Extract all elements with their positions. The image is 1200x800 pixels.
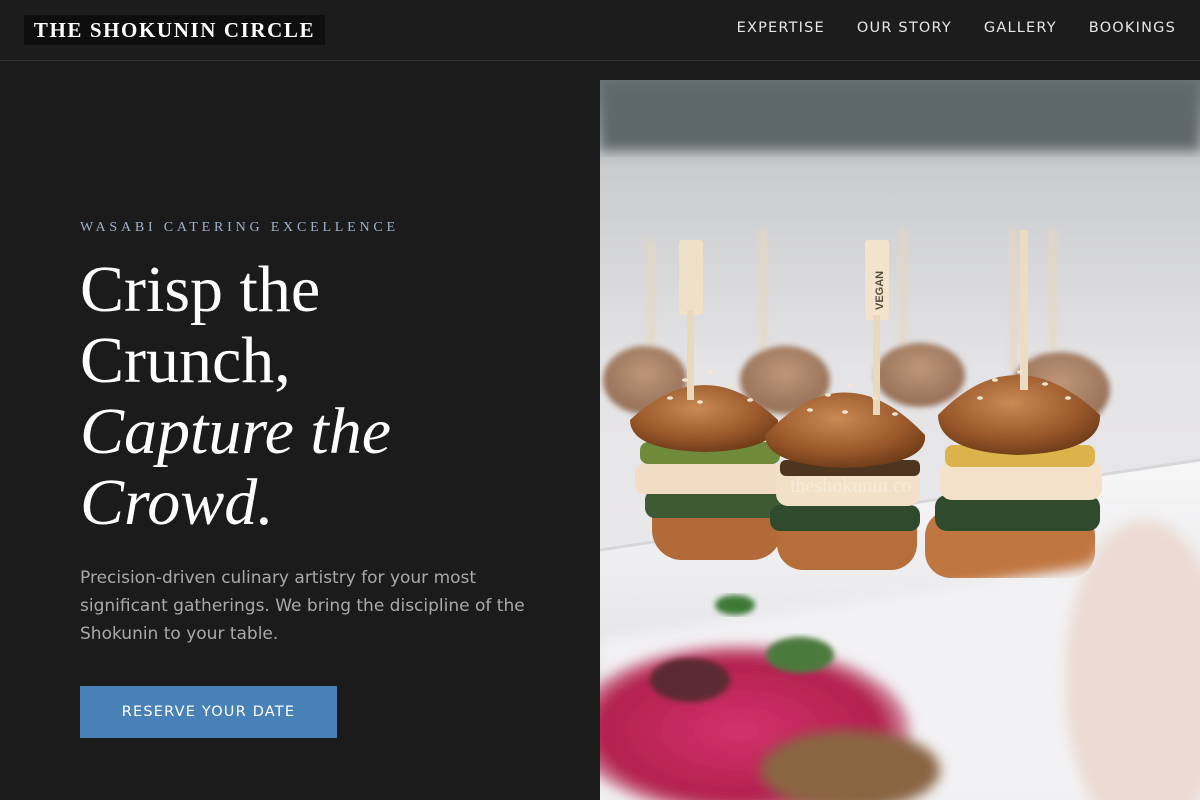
headline-line-2: Crunch, bbox=[80, 324, 291, 397]
main-nav: EXPERTISE OUR STORY GALLERY BOOKINGS bbox=[737, 17, 1176, 39]
nav-link-our-story[interactable]: OUR STORY bbox=[857, 17, 952, 39]
vegan-pick-label: VEGAN bbox=[874, 271, 886, 310]
nav-link-bookings[interactable]: BOOKINGS bbox=[1089, 17, 1176, 39]
top-navigation-bar: THE SHOKUNIN CIRCLE EXPERTISE OUR STORY … bbox=[0, 0, 1200, 61]
hero-description: Precision-driven culinary artistry for y… bbox=[80, 568, 525, 644]
headline-line-4: Crowd. bbox=[80, 466, 274, 539]
hero-eyebrow: WASABI CATERING EXCELLENCE bbox=[80, 220, 399, 235]
hero-text-block: WASABI CATERING EXCELLENCE Crisp the Cru… bbox=[80, 220, 550, 648]
hero-headline: Crisp the Crunch, Capture the Crowd. bbox=[80, 254, 550, 538]
headline-line-1: Crisp the bbox=[80, 253, 321, 326]
headline-line-3: Capture the bbox=[80, 395, 392, 468]
nav-link-gallery[interactable]: GALLERY bbox=[984, 17, 1057, 39]
watermark-text: theshokunin.co bbox=[790, 475, 912, 497]
nav-link-expertise[interactable]: EXPERTISE bbox=[737, 17, 825, 39]
brand-logo[interactable]: THE SHOKUNIN CIRCLE bbox=[24, 15, 325, 45]
sliders-illustration: VEGAN theshokunin.co bbox=[600, 80, 1200, 800]
hero-food-photo: VEGAN theshokunin.co bbox=[600, 80, 1200, 800]
reserve-date-button[interactable]: RESERVE YOUR DATE bbox=[80, 686, 337, 738]
